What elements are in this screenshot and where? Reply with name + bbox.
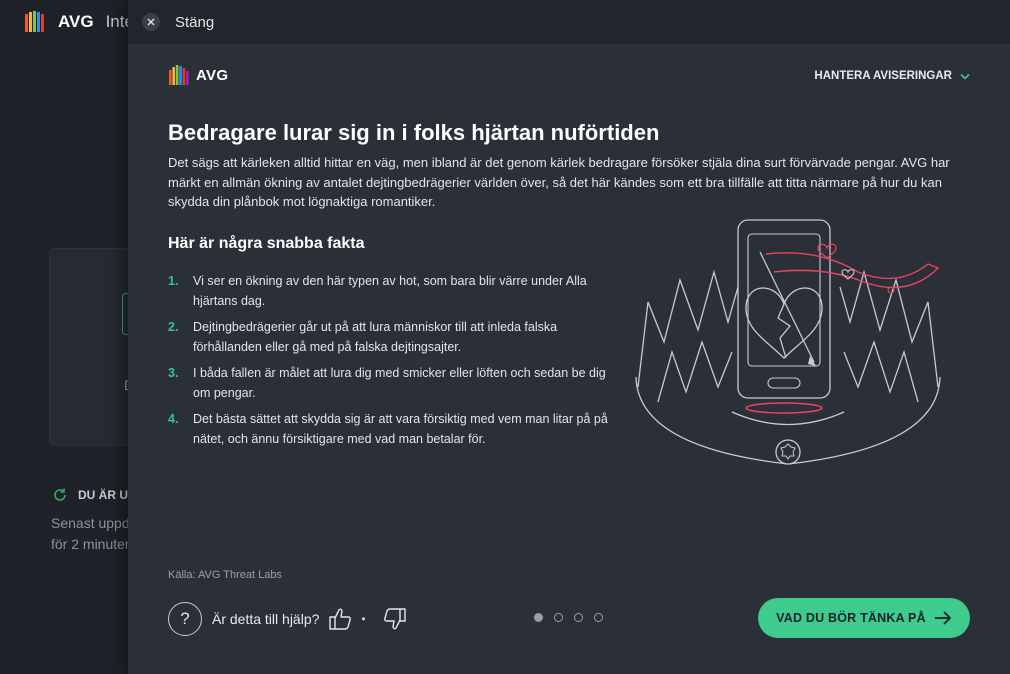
brand-text: AVG: [196, 66, 229, 84]
thumbs-down-button[interactable]: [382, 606, 408, 632]
background-update-line: Senast uppd: [51, 515, 130, 531]
feedback-row: ? Är detta till hjälp? •: [168, 602, 408, 636]
notification-modal: Stäng AVG HANTERA AVISERINGAR Bedragare …: [128, 0, 1010, 674]
arrow-right-icon: [934, 611, 952, 625]
thumbs-up-button[interactable]: [327, 606, 353, 632]
pagination-dot[interactable]: [554, 613, 563, 622]
fact-number: 4.: [168, 412, 179, 426]
fact-item: 3. I båda fallen är målet att lura dig m…: [168, 364, 608, 403]
pagination-dot[interactable]: [574, 613, 583, 622]
chevron-down-icon: [960, 73, 970, 80]
facts-title: Här är några snabba fakta: [168, 235, 365, 252]
facts-list: 1. Vi ser en ökning av den här typen av …: [168, 272, 608, 456]
brand-logo: AVG: [168, 64, 228, 86]
headline: Bedragare lurar sig in i folks hjärtan n…: [168, 120, 660, 145]
manage-notifications-label: HANTERA AVISERINGAR: [814, 70, 952, 82]
feedback-separator: •: [361, 612, 366, 626]
intro-paragraph: Det sägs att kärleken alltid hittar en v…: [168, 155, 950, 209]
background-update-line: för 2 minuter: [51, 536, 130, 552]
manage-notifications-dropdown[interactable]: HANTERA AVISERINGAR: [814, 70, 970, 82]
close-icon: [147, 18, 155, 26]
broken-heart-trap-illustration: [635, 219, 941, 465]
background-status: DU ÄR UP: [52, 487, 136, 503]
background-app-header: AVG Inte: [24, 10, 134, 34]
fact-text: Vi ser en ökning av den här typen av hot…: [193, 274, 587, 308]
avg-logo-icon: [25, 11, 44, 32]
fact-number: 1.: [168, 274, 179, 288]
feedback-question: Är detta till hjälp?: [212, 611, 320, 627]
pagination-dot[interactable]: [594, 613, 603, 622]
close-label[interactable]: Stäng: [175, 14, 214, 31]
question-icon: ?: [168, 602, 202, 636]
fact-item: 4. Det bästa sättet att skydda sig är at…: [168, 410, 608, 449]
fact-number: 3.: [168, 366, 179, 380]
thumbs-down-icon: [383, 608, 406, 630]
fact-number: 2.: [168, 320, 179, 334]
next-button[interactable]: VAD DU BÖR TÄNKA PÅ: [758, 598, 970, 638]
background-logo-text: AVG: [58, 12, 94, 31]
fact-item: 1. Vi ser en ökning av den här typen av …: [168, 272, 608, 311]
next-button-label: VAD DU BÖR TÄNKA PÅ: [776, 611, 926, 625]
avg-logo-icon: [169, 65, 189, 85]
fact-text: Det bästa sättet att skydda sig är att v…: [193, 412, 608, 446]
fact-text: Dejtingbedrägerier går ut på att lura mä…: [193, 320, 558, 354]
pagination-dot[interactable]: [534, 613, 543, 622]
refresh-icon: [54, 488, 66, 501]
close-button[interactable]: [142, 13, 160, 31]
fact-item: 2. Dejtingbedrägerier går ut på att lura…: [168, 318, 608, 357]
pagination: [534, 613, 603, 622]
question-mark: ?: [180, 609, 190, 628]
modal-topbar: Stäng: [128, 0, 1010, 44]
background-update-text: Senast uppd för 2 minuter: [51, 513, 130, 555]
fact-text: I båda fallen är målet att lura dig med …: [193, 366, 606, 400]
thumbs-up-icon: [329, 608, 352, 630]
source-note: Källa: AVG Threat Labs: [168, 569, 282, 581]
